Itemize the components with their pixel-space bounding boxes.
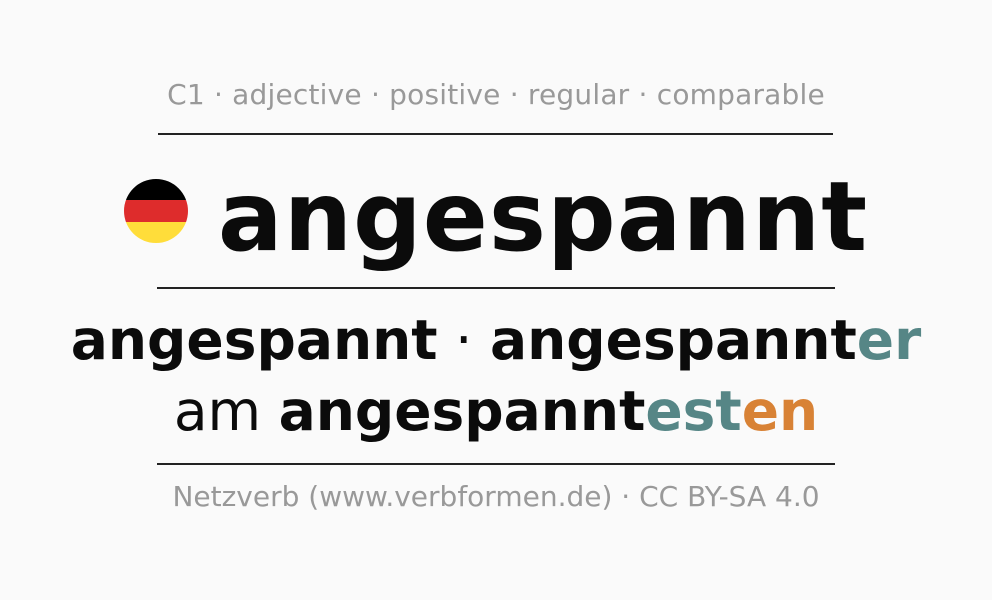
superlative-ending-est: est <box>645 379 742 443</box>
flag-stripe-red <box>123 200 188 222</box>
forms-line-superlative: am angespanntesten <box>0 376 992 446</box>
headword: angespannt <box>217 161 869 273</box>
meta-separator: · <box>500 78 528 111</box>
meta-separator: · <box>629 78 657 111</box>
word-card: C1 · adjective · positive · regular · co… <box>0 0 992 600</box>
comparative-form: angespannter <box>490 308 921 372</box>
meta-inflection: regular <box>527 78 630 111</box>
superlative-form: angespanntesten <box>279 379 819 443</box>
comparative-ending: er <box>856 308 922 372</box>
superlative-stem: angespannt <box>278 379 646 443</box>
divider-top <box>158 133 833 135</box>
divider-middle <box>157 287 835 289</box>
meta-comparability: comparable <box>656 78 825 111</box>
headword-row: angespannt <box>0 162 992 272</box>
meta-part-of-speech: adjective <box>232 78 362 111</box>
form-separator: · <box>455 308 473 372</box>
forms-line-positive-comparative: angespannt · angespannter <box>0 305 992 375</box>
comparative-stem: angespannt <box>490 308 857 372</box>
positive-form: angespannt <box>70 308 438 372</box>
meta-degree: positive <box>389 78 501 111</box>
meta-separator: · <box>204 78 233 111</box>
level-badge: C1 <box>167 78 205 111</box>
grammar-info: C1 · adjective · positive · regular · co… <box>0 78 992 111</box>
attribution-footer: Netzverb (www.verbformen.de) · CC BY-SA … <box>172 480 820 513</box>
flag-stripe-black <box>123 179 188 201</box>
meta-separator: · <box>361 78 390 111</box>
flag-stripe-gold <box>123 221 188 243</box>
germany-flag-icon <box>123 179 188 243</box>
divider-bottom <box>157 463 835 465</box>
superlative-particle: am <box>173 379 262 443</box>
superlative-ending-en: en <box>741 379 819 443</box>
